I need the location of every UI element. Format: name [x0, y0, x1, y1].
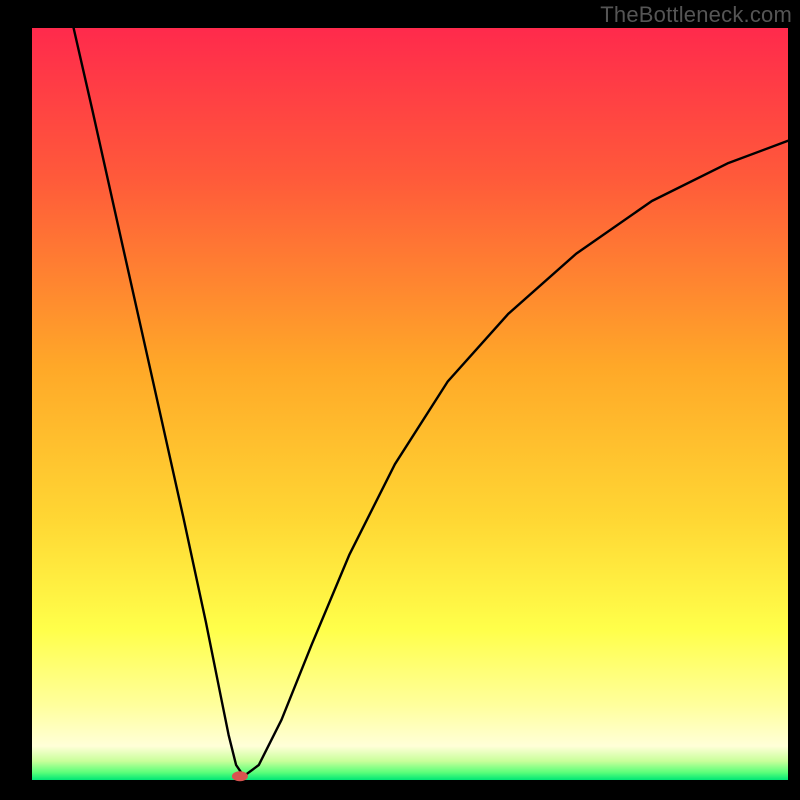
plot-background	[32, 28, 788, 780]
bottleneck-chart	[0, 0, 800, 800]
watermark-text: TheBottleneck.com	[600, 2, 792, 28]
chart-frame: TheBottleneck.com	[0, 0, 800, 800]
minimum-marker	[232, 771, 248, 781]
